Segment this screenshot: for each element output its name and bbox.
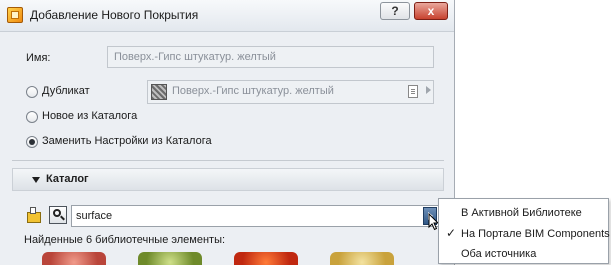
search-icon-handle [60,215,65,221]
document-icon [30,207,36,214]
catalog-header-label: Каталог [46,173,89,185]
replace-settings-label: Заменить Настройки из Каталога [42,135,212,147]
catalog-thumbnail[interactable] [138,252,202,265]
triangle-down-icon [32,177,40,183]
duplicate-surface-field[interactable]: Поверх.-Гипс штукатур. желтый [147,80,434,104]
name-label: Имя: [26,52,51,64]
duplicate-radio[interactable] [26,86,38,98]
new-from-catalog-radio[interactable] [26,111,38,123]
menu-item-bim-components[interactable]: На Портале BIM Components [461,228,610,240]
replace-settings-radio[interactable] [26,136,38,148]
title-bar: Добавление Нового Покрытия ? x [0,0,454,32]
found-elements-label: Найденные 6 библиотечные элементы: [24,234,226,246]
help-button[interactable]: ? [380,2,410,20]
menu-item-active-library[interactable]: В Активной Библиотеке [461,207,582,219]
surface-swatch-icon [151,84,167,100]
document-icon [408,85,418,98]
menu-item-both-sources[interactable]: Оба источника [461,248,536,260]
close-button[interactable]: x [414,2,448,20]
name-field[interactable]: Поверх.-Гипс штукатур. желтый [107,46,434,68]
chevron-right-icon [426,86,431,94]
catalog-section-header[interactable]: Каталог [12,168,444,191]
divider [12,160,444,161]
dialog-window: Добавление Нового Покрытия ? x Имя: Пове… [0,0,455,265]
new-from-catalog-label: Новое из Каталога [42,110,138,122]
catalog-thumbnail[interactable] [234,252,298,265]
search-source-menu: В Активной Библиотеке ✓ На Портале BIM C… [438,198,610,264]
duplicate-label: Дубликат [42,85,90,97]
window-title: Добавление Нового Покрытия [30,8,199,22]
catalog-thumbnail[interactable] [42,252,106,265]
catalog-thumbnail[interactable] [330,252,394,265]
duplicate-surface-value: Поверх.-Гипс штукатур. желтый [172,85,334,97]
checkmark-icon: ✓ [446,226,457,240]
catalog-search-input[interactable] [71,205,441,227]
search-toggle-button[interactable] [49,206,67,224]
surface-app-icon [7,7,23,23]
library-folder-button[interactable] [26,206,44,224]
